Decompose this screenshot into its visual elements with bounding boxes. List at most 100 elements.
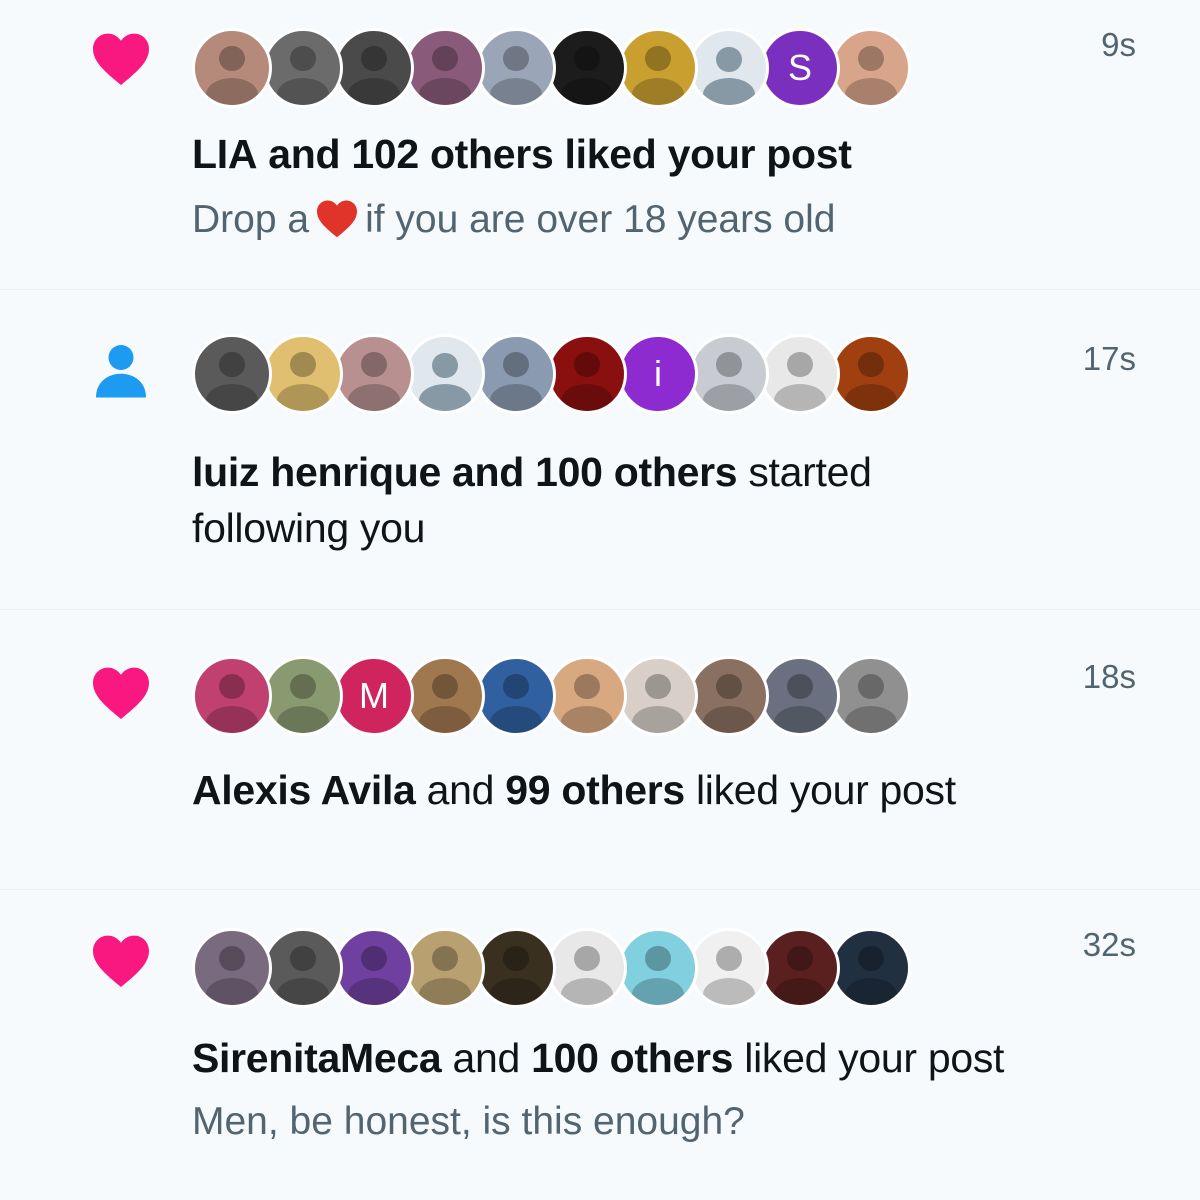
actor-name[interactable]: LIA [192,131,257,177]
avatar-body-shape [419,705,471,733]
avatar-head-shape [787,673,813,699]
avatar-body-shape [561,383,613,411]
others-count[interactable]: 102 others [351,131,553,177]
action-text: liked your post [564,131,852,177]
and-word: and [452,449,525,495]
timestamp: 18s [1082,658,1136,695]
avatar-body-shape [419,77,471,105]
avatar-initial: S [787,47,812,88]
avatar-body-shape [277,77,329,105]
avatar[interactable] [831,656,911,736]
avatar[interactable] [263,28,343,108]
post-text-start: Drop a [192,198,310,241]
avatar-body-shape [277,383,329,411]
avatar[interactable] [831,928,911,1008]
heart-icon [88,662,154,722]
notification-item-like-1[interactable]: S 9s LIA and 102 others liked your post … [0,0,1200,290]
others-count[interactable]: 100 others [531,1035,733,1081]
avatar-body-shape [774,383,826,411]
avatar-head-shape [645,45,671,71]
avatar-body-shape [703,977,755,1005]
avatar-initial: i [654,353,662,394]
notification-headline[interactable]: SirenitaMeca and 100 others liked your p… [192,1030,1140,1086]
avatar-head-shape [503,673,529,699]
avatar[interactable] [192,656,272,736]
avatar[interactable] [192,334,272,414]
actor-name[interactable]: Alexis Avila [192,767,416,813]
avatar[interactable] [405,334,485,414]
avatar-body-shape [490,977,542,1005]
avatar[interactable] [689,656,769,736]
avatar-body-shape [703,705,755,733]
avatar[interactable] [547,28,627,108]
avatar-stack: i [192,328,911,420]
post-preview[interactable]: Men, be honest, is this enough? [192,1096,1140,1148]
avatar-head-shape [361,945,387,971]
person-icon [88,340,154,400]
notifications-feed: S 9s LIA and 102 others liked your post … [0,0,1200,1200]
avatar-body-shape [632,705,684,733]
and-word: and [452,1035,520,1081]
avatar-head-shape [290,945,316,971]
avatar-head-shape [716,945,742,971]
avatar[interactable] [192,928,272,1008]
avatar[interactable] [192,28,272,108]
avatar[interactable] [689,334,769,414]
actor-name[interactable]: luiz henrique [192,449,441,495]
and-word: and [426,767,495,813]
avatar[interactable] [831,28,911,108]
avatar[interactable] [334,28,414,108]
post-text-end: if you are over 18 years old [365,198,836,241]
avatar[interactable] [618,28,698,108]
avatar-body-shape [419,977,471,1005]
avatar[interactable] [760,656,840,736]
avatar[interactable] [547,334,627,414]
avatar-body-shape [561,77,613,105]
avatar[interactable] [547,928,627,1008]
notification-headline[interactable]: LIA and 102 others liked your post [192,126,1140,182]
avatar[interactable]: M [334,656,414,736]
others-count[interactable]: 100 others [535,449,737,495]
avatar[interactable] [618,928,698,1008]
avatar[interactable] [831,334,911,414]
avatar[interactable] [689,28,769,108]
avatar-body-shape [703,383,755,411]
avatar-body-shape [774,705,826,733]
avatar[interactable] [618,656,698,736]
avatar[interactable] [476,28,556,108]
notification-headline[interactable]: Alexis Avila and 99 others liked your po… [192,762,1140,818]
post-preview[interactable]: Drop a if you are over 18 years old [192,194,1140,252]
others-count[interactable]: 99 others [505,767,685,813]
notification-headline[interactable]: luiz henrique and 100 others started fol… [192,444,992,556]
avatar-head-shape [574,351,600,377]
avatar[interactable] [405,928,485,1008]
avatar-body-shape [845,77,897,105]
avatar[interactable] [263,656,343,736]
avatar-head-shape [858,673,884,699]
avatar[interactable] [476,928,556,1008]
avatar[interactable] [760,334,840,414]
avatar[interactable] [760,928,840,1008]
notification-item-follow[interactable]: i 17s luiz henrique and 100 others start… [0,290,1200,610]
avatar[interactable] [334,334,414,414]
notification-item-like-3[interactable]: 32s SirenitaMeca and 100 others liked yo… [0,890,1200,1200]
avatar[interactable] [476,656,556,736]
avatar-body-shape [490,77,542,105]
avatar-body-shape [632,977,684,1005]
avatar[interactable] [263,928,343,1008]
avatar[interactable]: S [760,28,840,108]
avatar-head-shape [858,945,884,971]
avatar[interactable] [405,656,485,736]
avatar-head-shape [858,351,884,377]
avatar[interactable] [334,928,414,1008]
avatar[interactable] [476,334,556,414]
avatar[interactable] [689,928,769,1008]
avatar-head-shape [219,351,245,377]
notification-item-like-2[interactable]: M 18s Alexis Avila and 99 others liked y… [0,610,1200,890]
avatar-body-shape [490,705,542,733]
avatar[interactable] [263,334,343,414]
avatar[interactable] [405,28,485,108]
avatar[interactable]: i [618,334,698,414]
avatar[interactable] [547,656,627,736]
actor-name[interactable]: SirenitaMeca [192,1035,442,1081]
